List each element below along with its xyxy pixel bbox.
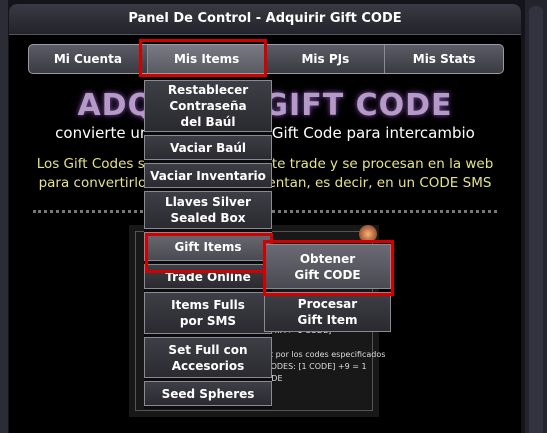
menu-item-label: Seed Spheres <box>161 386 255 401</box>
menu-item-label: Items Fulls <box>171 298 245 312</box>
menu-item-label: Vaciar Inventario <box>150 168 266 183</box>
menu-item-label: Vaciar Baúl <box>169 140 247 155</box>
menu-item-vaciar-baul[interactable]: Vaciar Baúl <box>144 135 272 160</box>
right-sidebar-panel <box>529 6 543 433</box>
submenu-item-procesar-gift-item[interactable]: Procesar Gift Item <box>264 292 391 332</box>
menu-item-label: del Baúl <box>180 115 236 129</box>
left-edge <box>0 0 8 433</box>
right-sidebar <box>525 0 547 433</box>
menu-item-label: Contraseña <box>169 99 247 113</box>
menu-item-label: Accesorios <box>171 358 245 373</box>
tab-highlight-box <box>139 39 267 77</box>
obtener-gift-code-highlight-box <box>263 240 394 296</box>
menu-item-label: Restablecer <box>167 83 249 97</box>
screenshot-text: et por los codes especificados <box>265 350 386 359</box>
submenu-item-label: Gift Item <box>297 313 358 327</box>
tab-mi-cuenta[interactable]: Mi Cuenta <box>29 45 148 73</box>
menu-item-label: Set Full con <box>168 342 248 357</box>
menu-item-vaciar-inventario[interactable]: Vaciar Inventario <box>144 163 272 188</box>
control-panel: Panel De Control - Adquirir Gift CODE Mi… <box>9 4 521 433</box>
menu-item-items-fulls-sms[interactable]: Items Fulls por SMS <box>144 292 272 334</box>
menu-item-llaves-silver[interactable]: Llaves Silver Sealed Box <box>144 191 272 229</box>
menu-item-label: Llaves Silver <box>165 195 251 209</box>
gift-items-highlight-box <box>145 233 273 273</box>
menu-item-label: Sealed Box <box>170 211 246 225</box>
submenu-item-label: Procesar <box>297 297 358 311</box>
tab-mis-stats[interactable]: Mis Stats <box>385 45 503 73</box>
screenshot-text: CODES: [1 CODE] +9 = 1 <box>265 362 367 371</box>
tab-mis-pjs[interactable]: Mis PJs <box>267 45 386 73</box>
menu-item-label: por SMS <box>179 314 237 328</box>
menu-item-set-full-accesorios[interactable]: Set Full con Accesorios <box>144 337 272 378</box>
panel-title: Panel De Control - Adquirir Gift CODE <box>9 4 521 35</box>
menu-item-seed-spheres[interactable]: Seed Spheres <box>144 381 272 406</box>
menu-item-restablecer-contrasena[interactable]: Restablecer Contraseña del Baúl <box>144 80 272 132</box>
